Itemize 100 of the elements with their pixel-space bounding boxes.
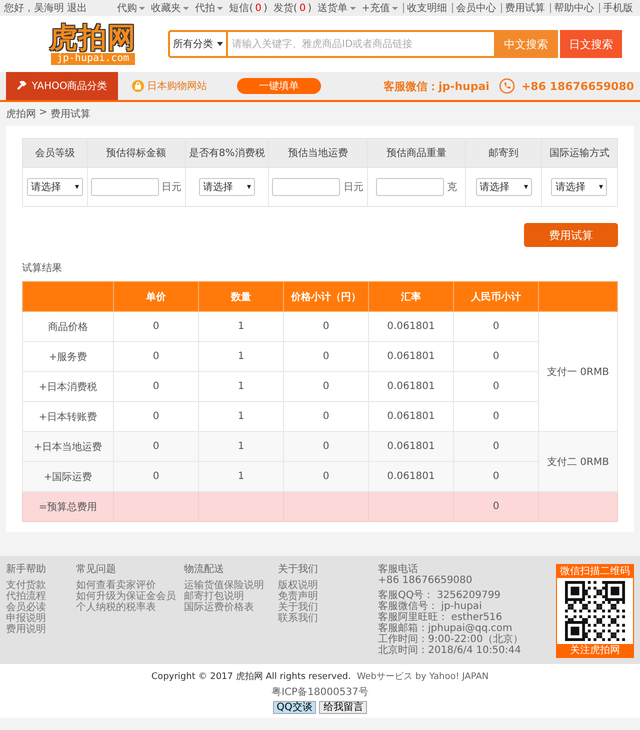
search-button[interactable]: 中文搜索 [494, 30, 558, 58]
table-cell: 0.061801 [368, 372, 454, 402]
column-header: 会员等级 [22, 138, 88, 168]
greeting-text: 您好，吴海明 [4, 2, 64, 15]
footer-link[interactable]: 免责声明 [278, 591, 342, 602]
footer-link[interactable]: 个人纳税的税率表 [76, 602, 184, 613]
table-cell: +国际运费 [22, 462, 114, 492]
footer-heading: 新手帮助 [6, 564, 47, 575]
top-menu-link[interactable]: 代拍 [192, 1, 226, 15]
footer-heading: 关于我们 [278, 564, 319, 575]
footer-link[interactable]: 国际运费价格表 [184, 602, 278, 613]
quick-fill-button[interactable]: 一键填单 [237, 78, 321, 94]
category-button[interactable]: YAHOO商品分类 [6, 72, 118, 100]
table-cell: 0 [454, 432, 538, 462]
table-cell: 1 [198, 432, 284, 462]
table-cell: 1 [198, 462, 284, 492]
column-header: 预估商品重量 [367, 138, 466, 168]
contact-text: 北京时间：2018/6/4 10:50:44 [378, 645, 522, 656]
unit-label: 日元 [162, 181, 182, 194]
footer-link[interactable]: 费用说明 [6, 624, 76, 635]
footer-heading: 物流配送 [184, 564, 225, 575]
footer-link[interactable]: 邮寄打包说明 [184, 591, 278, 602]
icp-text: 粤ICP备18000537号 [272, 686, 368, 699]
table-cell: =预算总费用 [22, 492, 114, 522]
shopping-site-link[interactable]: 日本购物网站 [132, 79, 207, 93]
column-header: 单价 [114, 282, 198, 312]
footer-link[interactable]: 代拍流程 [6, 591, 76, 602]
phone-icon [499, 78, 516, 94]
footer-link[interactable]: 关于我们 [278, 602, 342, 613]
input-field[interactable] [272, 178, 340, 196]
contact-text: 工作时间：9:00-22:00（北京） [378, 634, 524, 645]
footer-link[interactable]: 联系我们 [278, 613, 342, 624]
footer-link[interactable]: 运输货值保险说明 [184, 580, 278, 591]
table-cell: 1 [198, 342, 284, 372]
contact-text: 客服邮箱：jphupai@qq.com [378, 623, 514, 634]
table-cell: 0 [454, 312, 538, 342]
message-button[interactable]: 给我留言 [319, 701, 368, 714]
gavel-icon [16, 80, 28, 92]
chat-button[interactable]: QQ交谈 [272, 701, 316, 714]
column-header: 国际运输方式 [541, 138, 618, 168]
footer-heading: 客服电话 [378, 564, 419, 575]
input-field[interactable] [90, 178, 159, 196]
unit-label: 日元 [343, 181, 364, 194]
top-menu-link[interactable]: 手机版 [600, 1, 636, 15]
table-cell: 0 [454, 462, 538, 492]
table-cell: +日本当地运费 [22, 432, 114, 462]
logo[interactable]: 虎拍网 [50, 23, 136, 53]
wechat-text: 客服微信：jp-hupai [384, 78, 490, 94]
logout-link[interactable]: 退出 [67, 1, 87, 15]
footer-link[interactable]: 版权说明 [278, 580, 342, 591]
top-menu-link[interactable]: 费用试算 [502, 1, 548, 15]
footer-link[interactable]: 会员必读 [6, 602, 76, 613]
qr-code-drawing [565, 581, 625, 641]
breadcrumb-separator: > [39, 107, 48, 120]
table-cell: 1 [198, 372, 284, 402]
copyright-text: Copyright © 2017 虎拍网 All rights reserved. [151, 670, 351, 683]
table-cell: 0 [114, 462, 198, 492]
table-cell: 0 [114, 312, 198, 342]
footer-link[interactable]: 如何查看卖家评价 [76, 580, 184, 591]
top-menu-link[interactable]: 收支明细 [404, 1, 450, 15]
column-header: 是否有8%消费税 [185, 138, 269, 168]
select-field[interactable]: 请选择 [551, 178, 608, 196]
caret-icon [217, 42, 223, 46]
footer-link[interactable]: 支付货款 [6, 580, 76, 591]
top-menu-link[interactable]: 会员中心 [453, 1, 499, 15]
calculate-button[interactable]: 费用试算 [524, 223, 618, 247]
breadcrumb-link[interactable]: 虎拍网 [6, 107, 36, 121]
breadcrumb-current[interactable]: 费用试算 [50, 107, 90, 121]
input-field[interactable] [376, 178, 444, 196]
table-cell: 0 [114, 372, 198, 402]
table-cell: 0 [114, 432, 198, 462]
top-menu-link[interactable]: 送货单 [314, 1, 359, 15]
footer-link[interactable]: 如何升级为保证金会员 [76, 591, 184, 602]
section-title: 试算结果 [22, 262, 63, 275]
table-cell: 0 [284, 462, 368, 492]
column-header: 汇率 [368, 282, 454, 312]
shopping-bag-icon [132, 80, 144, 92]
logo-domain: jp-hupai.com [50, 53, 136, 65]
footer-link[interactable]: 申报说明 [6, 613, 76, 624]
qr-caption[interactable]: 关注虎拍网 [557, 644, 633, 657]
search-field[interactable]: 请输入关键字、雅虎商品ID或者商品链接 [228, 30, 494, 58]
top-menu-link[interactable]: 帮助中心 [551, 1, 597, 15]
table-cell: 0 [284, 312, 368, 342]
top-menu-link[interactable]: 代购 [114, 1, 148, 15]
table-cell: 0.061801 [368, 312, 454, 342]
table-cell: 1 [198, 312, 284, 342]
footer-heading: 常见问题 [76, 564, 117, 575]
top-menu-link[interactable]: 收藏夹 [148, 1, 192, 15]
top-menu-link[interactable]: 发货( 0 ) [270, 1, 315, 15]
service-text: Webサービス by Yahoo! JAPAN [356, 670, 489, 683]
column-header: 邮寄到 [466, 138, 542, 168]
column-header: 数量 [198, 282, 284, 312]
select-field[interactable]: 请选择 [476, 178, 532, 196]
column-header: 人民币小计 [454, 282, 538, 312]
top-menu-link[interactable]: +充值 [358, 1, 401, 15]
top-menu-link[interactable]: 短信( 0 ) [226, 1, 270, 15]
search-button[interactable]: 日文搜索 [558, 30, 622, 58]
select-field[interactable]: 请选择 [198, 178, 255, 196]
column-header: 价格小计（円） [284, 282, 368, 312]
select-field[interactable]: 请选择 [26, 178, 83, 196]
